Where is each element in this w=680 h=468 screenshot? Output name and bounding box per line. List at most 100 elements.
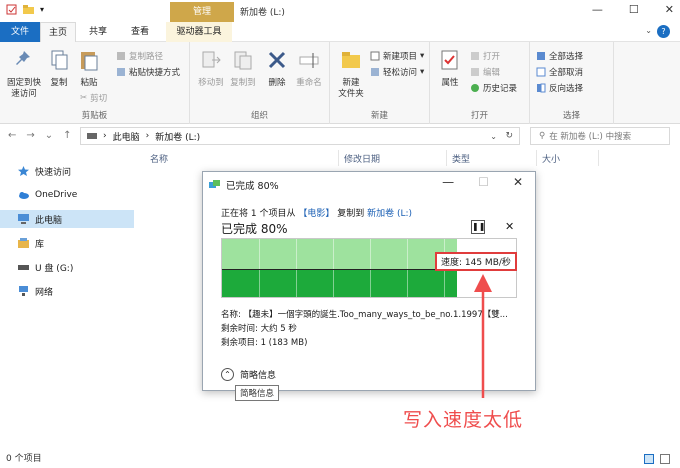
- copy-to-text: 复制到: [337, 209, 365, 219]
- column-date-modified[interactable]: 修改日期: [344, 152, 380, 165]
- cut-label: 剪切: [90, 94, 108, 104]
- properties-icon[interactable]: [6, 4, 17, 15]
- new-folder-button[interactable]: 新建 文件夹: [334, 48, 368, 100]
- open-group: 属性 打开 编辑 历史记录 打开: [430, 42, 530, 124]
- sidebar-item-onedrive[interactable]: OneDrive: [0, 186, 134, 204]
- copy-to-label: 复制到: [230, 78, 256, 88]
- pin-quick-access-button[interactable]: 固定到快 速访问: [6, 48, 42, 100]
- large-icons-view-icon[interactable]: [660, 454, 670, 464]
- copy-path-button[interactable]: 复制路径: [116, 50, 163, 62]
- easy-access-button[interactable]: 轻松访问 ▾: [370, 66, 424, 78]
- cut-button[interactable]: ✂ 剪切: [80, 92, 107, 104]
- customize-dropdown-icon[interactable]: ▾: [40, 5, 44, 14]
- breadcrumb-sep-icon: ›: [103, 131, 107, 141]
- copy-description: 正在将 1 个项目从 【电影】 复制到 新加卷 (L:): [221, 206, 412, 219]
- pause-button[interactable]: ❚❚: [471, 220, 485, 234]
- ribbon-collapse-icon[interactable]: ⌄: [645, 26, 652, 35]
- sidebar-item-quick-access[interactable]: 快速访问: [0, 162, 134, 180]
- delete-label: 删除: [268, 78, 286, 88]
- sidebar-item-usb-drive[interactable]: U 盘 (G:): [0, 258, 134, 276]
- column-divider[interactable]: [536, 150, 537, 166]
- quick-access-toolbar: ▾: [6, 4, 44, 15]
- paste-label: 粘贴: [80, 78, 98, 88]
- invert-selection-label: 反向选择: [549, 84, 584, 94]
- ribbon-tabs: 文件 主页 共享 查看 驱动器工具 ? ⌄: [0, 22, 680, 42]
- dialog-close-button[interactable]: ✕: [513, 175, 523, 189]
- star-icon: [18, 166, 29, 176]
- easy-access-icon: [371, 68, 379, 76]
- help-icon[interactable]: ?: [657, 25, 670, 38]
- select-group: 全部选择 全部取消 反向选择 选择: [530, 42, 614, 124]
- ribbon: 固定到快 速访问 复制 粘贴 复制路径 粘贴快捷方式 ✂ 剪切 剪贴板 移动到 复…: [0, 42, 680, 124]
- column-divider[interactable]: [598, 150, 599, 166]
- address-bar[interactable]: › 此电脑 › 新加卷 (L:) ⌄ ↻: [80, 127, 520, 145]
- tab-view[interactable]: 查看: [122, 22, 158, 42]
- recent-chevron-icon[interactable]: ⌄: [45, 130, 53, 141]
- cancel-copy-button[interactable]: ✕: [505, 220, 514, 233]
- select-group-label: 选择: [562, 111, 580, 121]
- tab-file[interactable]: 文件: [0, 22, 40, 42]
- invert-selection-icon: [537, 83, 546, 93]
- minimize-button[interactable]: —: [592, 3, 603, 16]
- fewer-details-button[interactable]: ⌃ 简略信息: [221, 368, 276, 381]
- progress-fill-dark: [222, 270, 458, 297]
- column-size[interactable]: 大小: [542, 152, 560, 165]
- tab-home[interactable]: 主页: [40, 22, 76, 42]
- column-divider[interactable]: [446, 150, 447, 166]
- manage-tab[interactable]: 管理: [170, 2, 234, 22]
- pause-icon: ❚❚: [472, 222, 486, 231]
- address-dropdown-icon[interactable]: ⌄: [490, 132, 497, 141]
- chevron-down-icon: ▾: [420, 67, 425, 77]
- invert-selection-button[interactable]: 反向选择: [536, 82, 583, 94]
- history-button[interactable]: 历史记录: [470, 82, 517, 94]
- folder-icon[interactable]: [23, 4, 34, 15]
- details-view-icon[interactable]: [644, 454, 654, 464]
- properties-button[interactable]: 属性: [436, 48, 464, 89]
- breadcrumb-volume[interactable]: 新加卷 (L:): [155, 130, 200, 143]
- time-remaining-line: 剩余时间: 大约 5 秒: [221, 324, 297, 334]
- up-arrow-icon[interactable]: ↑: [63, 130, 71, 141]
- copy-button[interactable]: 复制: [46, 48, 72, 89]
- source-link[interactable]: 【电影】: [298, 209, 334, 219]
- forward-arrow-icon[interactable]: →: [26, 130, 34, 141]
- search-placeholder: 在 新加卷 (L:) 中搜索: [549, 132, 632, 142]
- copy-to-button[interactable]: 复制到: [228, 48, 258, 89]
- close-button[interactable]: ✕: [665, 3, 674, 16]
- search-input[interactable]: ⚲ 在 新加卷 (L:) 中搜索: [530, 127, 670, 145]
- navigation-pane: 快速访问 OneDrive 此电脑 库 U 盘 (G:) 网络: [0, 150, 136, 450]
- organize-group: 移动到 复制到 删除 重命名 组织: [190, 42, 330, 124]
- move-to-button[interactable]: 移动到: [196, 48, 226, 89]
- refresh-icon[interactable]: ↻: [505, 131, 513, 141]
- rename-label: 重命名: [296, 78, 322, 88]
- target-link[interactable]: 新加卷 (L:): [367, 209, 412, 219]
- new-item-button[interactable]: 新建项目 ▾: [370, 50, 424, 62]
- sidebar-item-this-pc[interactable]: 此电脑: [0, 210, 134, 228]
- sidebar-item-network[interactable]: 网络: [0, 282, 134, 300]
- delete-button[interactable]: 删除: [264, 48, 290, 89]
- rename-button[interactable]: 重命名: [294, 48, 324, 89]
- back-arrow-icon[interactable]: ←: [8, 130, 16, 141]
- graph-gridline: [259, 239, 260, 297]
- maximize-button[interactable]: ☐: [629, 3, 639, 16]
- graph-gridline: [333, 239, 334, 297]
- select-none-button[interactable]: 全部取消: [536, 66, 583, 78]
- select-all-button[interactable]: 全部选择: [536, 50, 583, 62]
- tab-drive-tools[interactable]: 驱动器工具: [166, 22, 232, 42]
- edit-button[interactable]: 编辑: [470, 66, 500, 78]
- clipboard-group: 固定到快 速访问 复制 粘贴 复制路径 粘贴快捷方式 ✂ 剪切 剪贴板: [0, 42, 190, 124]
- tab-share[interactable]: 共享: [80, 22, 116, 42]
- breadcrumb-this-pc[interactable]: 此电脑: [113, 130, 140, 143]
- sidebar-item-libraries[interactable]: 库: [0, 234, 134, 252]
- open-button[interactable]: 打开: [470, 50, 500, 62]
- dialog-minimize-button[interactable]: —: [442, 175, 454, 189]
- column-divider[interactable]: [338, 150, 339, 166]
- sidebar-label: 快速访问: [35, 167, 72, 178]
- dialog-maximize-button[interactable]: ☐: [478, 175, 489, 189]
- column-name[interactable]: 名称: [150, 152, 168, 165]
- organize-group-label: 组织: [250, 111, 268, 121]
- sidebar-label: 网络: [35, 287, 54, 298]
- column-type[interactable]: 类型: [452, 152, 470, 165]
- progress-percent: 已完成 80%: [221, 222, 288, 236]
- paste-button[interactable]: 粘贴: [76, 48, 102, 89]
- paste-shortcut-button[interactable]: 粘贴快捷方式: [116, 66, 180, 78]
